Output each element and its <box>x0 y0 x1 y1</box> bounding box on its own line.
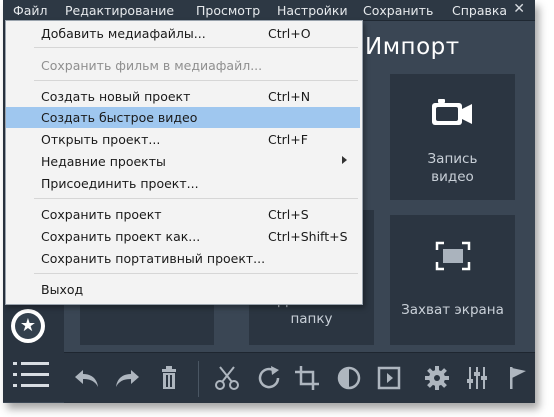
menu-item-save-project-as[interactable]: Сохранить проект как... Ctrl+Shift+S <box>6 226 360 247</box>
menu-item-open-project[interactable]: Открыть проект... Ctrl+F <box>6 129 360 150</box>
close-icon[interactable]: ✕ <box>513 1 525 17</box>
menu-bar: Файл Редактирование Просмотр Настройки С… <box>3 0 535 21</box>
menu-help[interactable]: Справка <box>452 3 507 18</box>
trash-icon[interactable] <box>154 363 184 393</box>
menu-item-save-portable-project[interactable]: Сохранить портативный проект... <box>6 248 360 269</box>
menu-item-label: Сохранить проект <box>41 207 162 222</box>
menu-save[interactable]: Сохранить <box>363 3 433 18</box>
menu-item-shortcut: Ctrl+O <box>268 26 311 41</box>
menu-separator <box>34 273 358 274</box>
menu-item-label: Открыть проект... <box>41 132 161 147</box>
menu-file[interactable]: Файл <box>13 3 48 18</box>
menu-item-shortcut: Ctrl+Shift+S <box>268 229 348 244</box>
menu-item-label: Создать быстрое видео <box>41 110 198 125</box>
submenu-arrow-icon <box>342 156 347 164</box>
camera-icon <box>430 98 474 128</box>
undo-icon[interactable] <box>72 363 102 393</box>
color-adjust-icon[interactable] <box>334 363 364 393</box>
equalizer-icon[interactable] <box>462 363 492 393</box>
menu-edit[interactable]: Редактирование <box>65 3 174 18</box>
menu-item-new-project[interactable]: Создать новый проект Ctrl+N <box>6 86 360 107</box>
menu-item-save-project[interactable]: Сохранить проект Ctrl+S <box>6 204 360 225</box>
menu-item-attach-project[interactable]: Присоединить проект... <box>6 173 360 194</box>
editing-toolbar <box>64 352 535 403</box>
tile-record-video[interactable]: Запись видео <box>390 74 515 200</box>
file-menu-dropdown: Добавить медиафайлы... Ctrl+O Сохранить … <box>5 20 363 305</box>
menu-settings[interactable]: Настройки <box>277 3 348 18</box>
add-folder-label-line2: папку <box>290 311 333 327</box>
menu-separator <box>34 47 358 48</box>
settings-gear-icon[interactable] <box>422 363 452 393</box>
flag-marker-icon[interactable] <box>502 363 532 393</box>
crop-icon[interactable] <box>292 363 322 393</box>
menu-view[interactable]: Просмотр <box>196 3 260 18</box>
menu-item-label: Создать новый проект <box>41 89 191 104</box>
menu-item-label: Сохранить фильм в медиафайл... <box>41 58 263 73</box>
menu-item-label: Выход <box>41 282 84 297</box>
menu-item-label: Присоединить проект... <box>41 176 199 191</box>
screen-capture-icon <box>435 241 471 271</box>
star-icon: ★ <box>15 313 41 339</box>
menu-item-save-movie: Сохранить фильм в медиафайл... <box>6 55 360 76</box>
menu-item-recent-projects[interactable]: Недавние проекты <box>6 151 360 172</box>
menu-separator <box>34 80 358 81</box>
menu-item-add-media[interactable]: Добавить медиафайлы... Ctrl+O <box>6 23 360 44</box>
toolbar-divider <box>198 361 199 397</box>
menu-item-quick-video[interactable]: Создать быстрое видео <box>6 107 360 128</box>
clip-properties-icon[interactable] <box>374 363 404 393</box>
favorites-button[interactable]: ★ <box>11 309 45 343</box>
scissors-icon[interactable] <box>212 363 242 393</box>
import-panel-title: Импорт <box>365 34 460 60</box>
app-window: Файл Редактирование Просмотр Настройки С… <box>3 0 535 403</box>
tile-screen-capture[interactable]: Захват экрана <box>390 215 515 345</box>
menu-item-label: Добавить медиафайлы... <box>41 26 206 41</box>
menu-item-label: Недавние проекты <box>41 154 166 169</box>
menu-item-shortcut: Ctrl+N <box>268 89 311 104</box>
menu-item-label: Сохранить портативный проект... <box>41 251 266 266</box>
menu-item-shortcut: Ctrl+S <box>268 207 309 222</box>
screen-capture-label: Захват экрана <box>401 302 504 318</box>
menu-item-exit[interactable]: Выход <box>6 279 360 300</box>
rotate-icon[interactable] <box>254 363 284 393</box>
menu-list-icon[interactable] <box>11 357 51 393</box>
redo-icon[interactable] <box>112 363 142 393</box>
record-video-label-line1: Запись <box>427 151 478 167</box>
menu-item-shortcut: Ctrl+F <box>268 132 308 147</box>
menu-item-label: Сохранить проект как... <box>41 229 201 244</box>
menu-separator <box>34 198 358 199</box>
record-video-label-line2: видео <box>431 169 474 185</box>
